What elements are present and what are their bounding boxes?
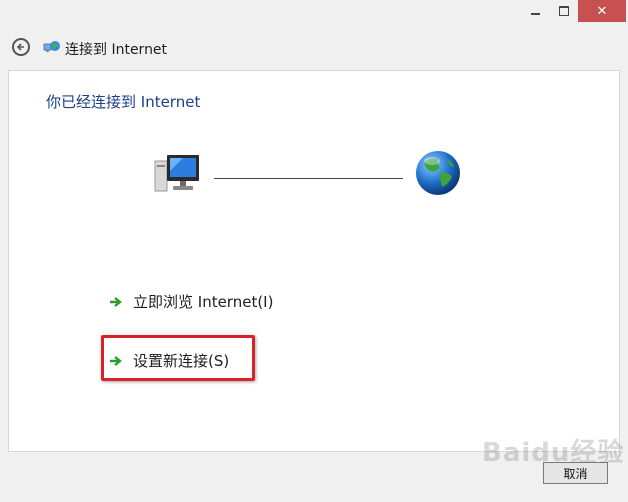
title-bar: ✕	[0, 0, 628, 28]
back-button[interactable]	[12, 38, 30, 56]
minimize-button[interactable]	[520, 0, 550, 22]
maximize-icon	[558, 6, 569, 16]
setup-new-connection-link[interactable]: 设置新连接(S)	[109, 350, 229, 371]
green-arrow-icon	[109, 354, 123, 368]
close-button[interactable]: ✕	[578, 0, 626, 22]
network-connection-icon	[43, 41, 60, 52]
close-icon: ✕	[596, 3, 608, 19]
computer-icon	[154, 155, 199, 192]
cancel-button[interactable]: 取消	[543, 462, 608, 484]
footer-bar: Baidu经验 取消	[0, 438, 628, 502]
minimize-icon	[530, 12, 540, 15]
internet-globe-icon	[416, 151, 460, 195]
green-arrow-icon	[109, 295, 123, 309]
navigation-row: 连接到 Internet	[0, 30, 628, 66]
page-heading: 你已经连接到 Internet	[46, 93, 201, 111]
back-arrow-icon	[16, 43, 24, 51]
content-panel: 你已经连接到 Internet 立即浏览 Internet(I) 设置新连接(S…	[8, 70, 620, 452]
browse-internet-link[interactable]: 立即浏览 Internet(I)	[109, 291, 273, 312]
window-title: 连接到 Internet	[65, 42, 168, 58]
browse-internet-label: 立即浏览 Internet(I)	[133, 293, 274, 311]
maximize-button[interactable]	[550, 0, 577, 22]
setup-new-connection-label: 设置新连接(S)	[133, 352, 230, 370]
connection-line	[214, 178, 403, 179]
